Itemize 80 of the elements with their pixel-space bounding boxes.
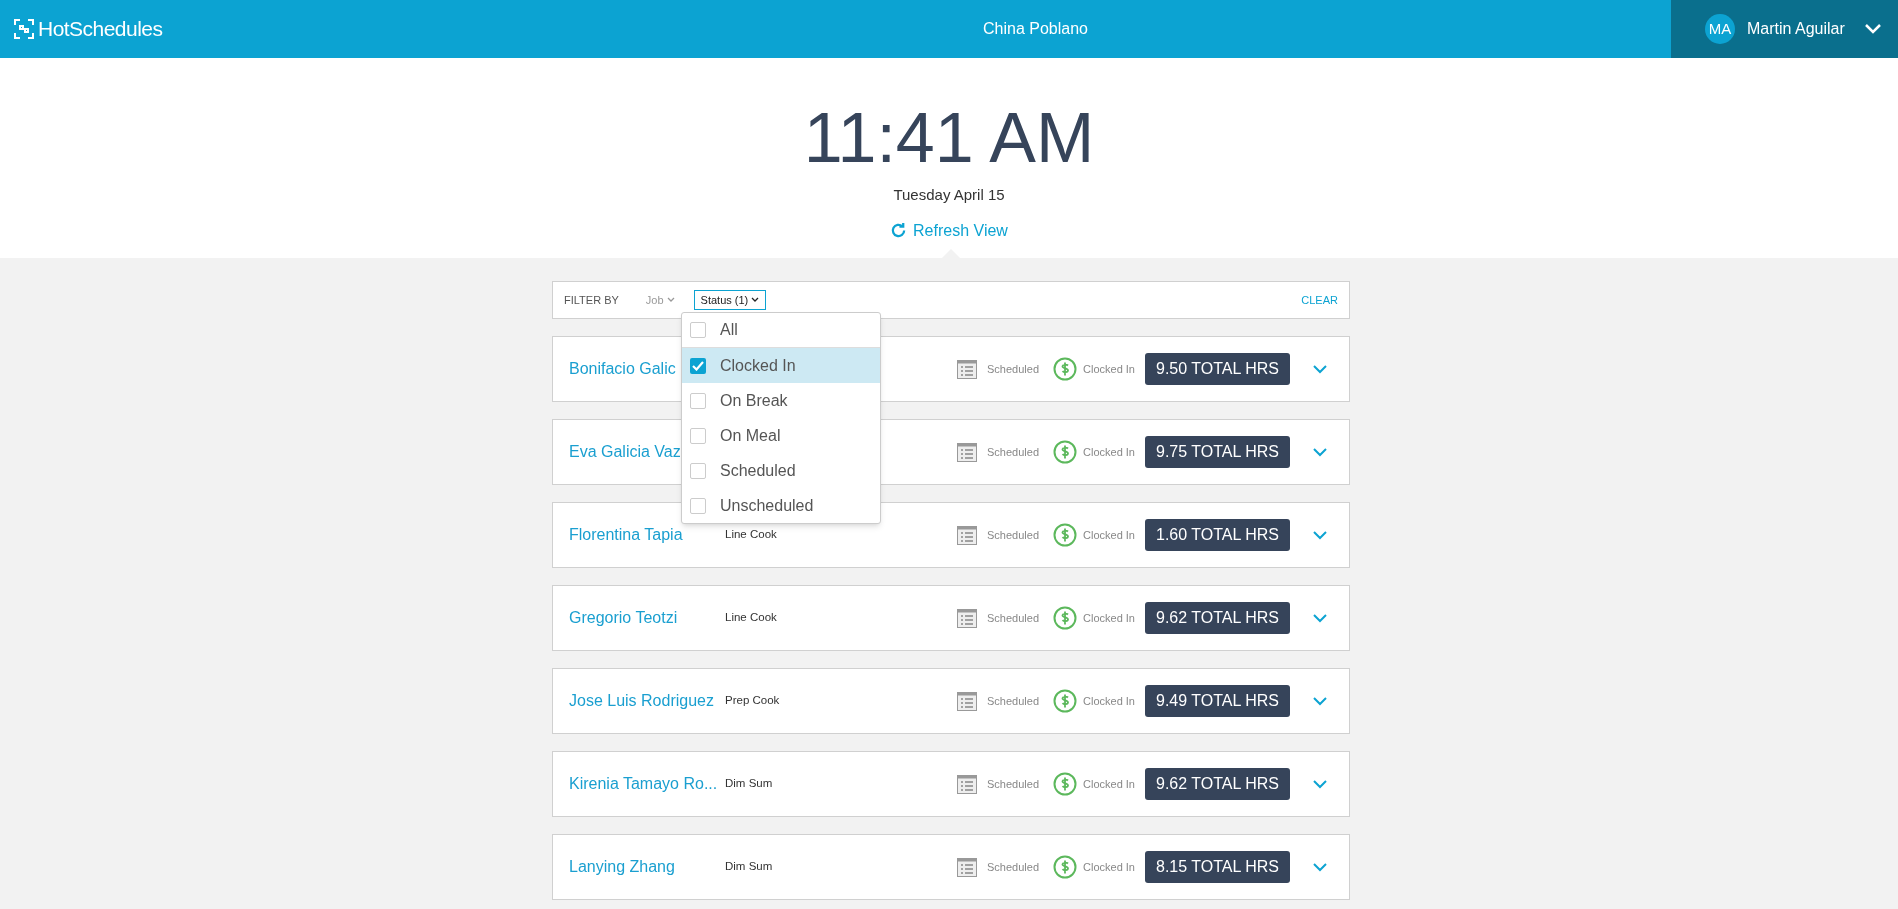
job-title: Dim Sum — [725, 859, 773, 875]
scheduled-label: Scheduled — [987, 527, 1039, 543]
clock-time: 11:41 AM — [803, 98, 1095, 178]
employee-name[interactable]: Gregorio Teotzi — [569, 606, 725, 630]
chevron-down-icon[interactable] — [1313, 862, 1327, 872]
status-label: Clocked In — [1083, 693, 1135, 709]
dollar-icon — [1053, 689, 1077, 713]
total-hours-badge: 9.75 TOTAL HRS — [1145, 436, 1290, 468]
job-title: Dim Sum — [725, 776, 773, 792]
chevron-down-icon[interactable] — [1313, 364, 1327, 374]
dollar-icon — [1053, 440, 1077, 464]
clock-date: Tuesday April 15 — [893, 185, 1005, 205]
dollar-icon — [1053, 357, 1077, 381]
status-option[interactable]: Clocked In — [682, 348, 880, 383]
scheduled-label: Scheduled — [987, 444, 1039, 460]
schedule-icon — [957, 608, 977, 628]
employee-name[interactable]: Kirenia Tamayo Ro... — [569, 772, 725, 796]
logo-icon — [14, 19, 34, 39]
user-avatar: MA — [1705, 14, 1735, 44]
schedule-icon — [957, 359, 977, 379]
chevron-down-icon[interactable] — [1313, 696, 1327, 706]
dollar-icon — [1053, 855, 1077, 879]
total-hours-badge: 9.50 TOTAL HRS — [1145, 353, 1290, 385]
status-option[interactable]: Scheduled — [682, 453, 880, 488]
employee-name[interactable]: Jose Luis Rodriguez — [569, 689, 725, 713]
status-option[interactable]: On Meal — [682, 418, 880, 453]
caret-icon — [751, 297, 760, 303]
filter-dropdown[interactable]: Status (1) — [693, 289, 767, 311]
employee-name[interactable]: Florentina Tapia — [569, 523, 725, 547]
total-hours-badge: 1.60 TOTAL HRS — [1145, 519, 1290, 551]
checkbox[interactable] — [690, 322, 706, 338]
checkbox[interactable] — [690, 392, 706, 409]
location-title: China Poblano — [983, 20, 1088, 37]
checkbox[interactable] — [690, 497, 706, 514]
chevron-down-icon[interactable] — [1313, 613, 1327, 623]
brand-name: HotSchedules — [38, 16, 163, 43]
chevron-down-icon[interactable] — [1313, 447, 1327, 457]
chevron-down-icon — [1864, 24, 1881, 34]
schedule-icon — [957, 691, 977, 711]
scheduled-label: Scheduled — [987, 693, 1039, 709]
schedule-icon — [957, 442, 977, 462]
status-label: Clocked In — [1083, 859, 1135, 875]
job-title: Prep Cook — [725, 693, 780, 709]
checkbox[interactable] — [690, 462, 706, 479]
status-option[interactable]: Unscheduled — [682, 488, 880, 523]
status-label: Clocked In — [1083, 527, 1135, 543]
scheduled-label: Scheduled — [987, 610, 1039, 626]
dollar-icon — [1053, 606, 1077, 630]
dollar-icon — [1053, 523, 1077, 547]
chevron-down-icon[interactable] — [1313, 530, 1327, 540]
job-title: Line Cook — [725, 610, 777, 626]
total-hours-badge: 9.49 TOTAL HRS — [1145, 685, 1290, 717]
schedule-icon — [957, 857, 977, 877]
status-label: Clocked In — [1083, 361, 1135, 377]
filter-dropdown[interactable]: Job — [638, 289, 682, 311]
caret-icon — [666, 297, 675, 303]
scheduled-label: Scheduled — [987, 859, 1039, 875]
checkbox[interactable] — [690, 357, 706, 374]
clear-link[interactable]: CLEAR — [1301, 291, 1338, 309]
scheduled-label: Scheduled — [987, 776, 1039, 792]
checkbox[interactable] — [690, 427, 706, 444]
refresh-button[interactable]: Refresh View — [890, 218, 1008, 243]
scheduled-label: Scheduled — [987, 361, 1039, 377]
employee-name[interactable]: Lanying Zhang — [569, 855, 725, 879]
schedule-icon — [957, 525, 977, 545]
status-label: Clocked In — [1083, 444, 1135, 460]
refresh-icon — [890, 222, 908, 239]
status-label: Clocked In — [1083, 776, 1135, 792]
total-hours-badge: 9.62 TOTAL HRS — [1145, 768, 1290, 800]
status-label: Clocked In — [1083, 610, 1135, 626]
total-hours-badge: 8.15 TOTAL HRS — [1145, 851, 1290, 883]
user-name: Martin Aguilar — [1747, 19, 1845, 39]
job-title: Line Cook — [725, 527, 777, 543]
filter-label: FILTER BY — [564, 292, 619, 308]
status-option[interactable]: On Break — [682, 383, 880, 418]
user-menu[interactable]: MA Martin Aguilar — [1671, 0, 1898, 58]
dollar-icon — [1053, 772, 1077, 796]
schedule-icon — [957, 774, 977, 794]
total-hours-badge: 9.62 TOTAL HRS — [1145, 602, 1290, 634]
chevron-down-icon[interactable] — [1313, 779, 1327, 789]
